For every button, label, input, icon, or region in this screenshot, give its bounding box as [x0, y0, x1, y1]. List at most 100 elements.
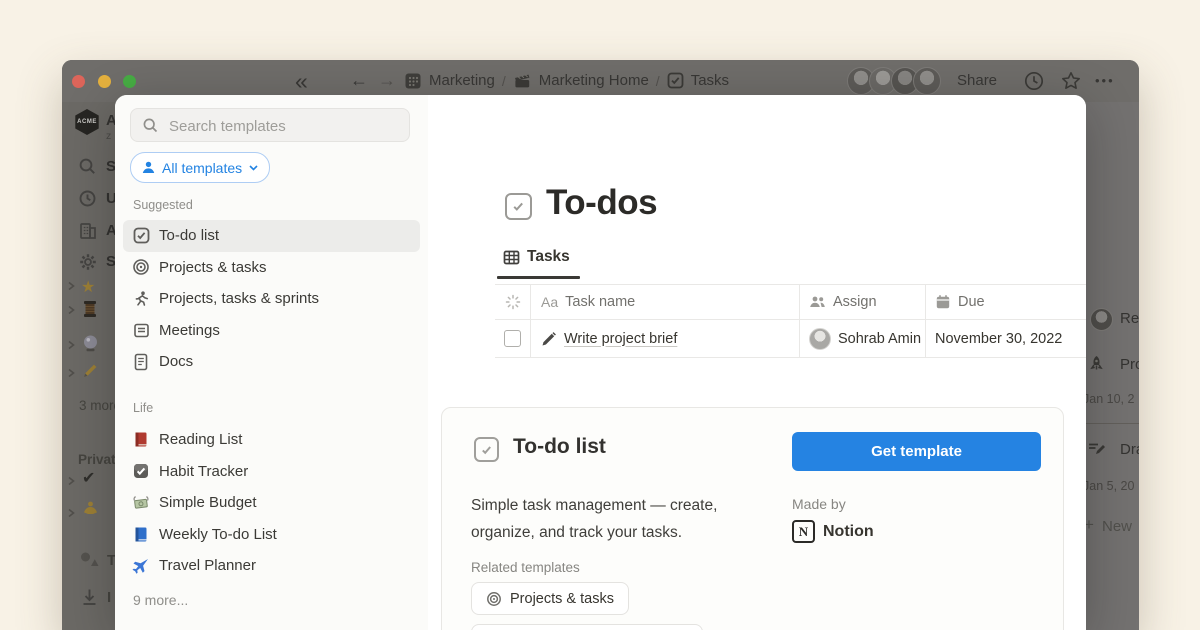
- column-header-task-name[interactable]: Aa Task name: [531, 285, 800, 319]
- section-label-life: Life: [133, 401, 153, 415]
- star-emoji-icon[interactable]: ★: [81, 277, 95, 297]
- breadcrumb: Marketing / Marketing Home / Tasks: [404, 71, 729, 90]
- related-template-label: Projects & tasks: [510, 591, 614, 607]
- burst-icon: [505, 294, 521, 310]
- template-item-projects-tasks-sprints[interactable]: Projects, tasks & sprints: [123, 283, 420, 315]
- chevron-right-icon[interactable]: [66, 305, 76, 315]
- pencil-icon: [541, 331, 557, 347]
- template-filter-dropdown[interactable]: All templates: [130, 152, 270, 183]
- thread-spool-icon[interactable]: [82, 300, 98, 318]
- task-title[interactable]: Write project brief: [564, 331, 677, 347]
- forward-icon[interactable]: →: [378, 70, 396, 91]
- more-options-icon[interactable]: •••: [1095, 73, 1115, 88]
- related-template-partial[interactable]: [471, 624, 703, 630]
- template-checkbox-icon: [474, 437, 499, 462]
- template-item-meetings[interactable]: Meetings: [123, 315, 420, 347]
- favorite-star-icon[interactable]: [1060, 70, 1082, 92]
- person-name-fragment: Rebe: [1120, 310, 1139, 327]
- template-description: Simple task management — create, organiz…: [471, 492, 726, 546]
- breadcrumb-item[interactable]: Tasks: [691, 72, 729, 89]
- row-checkbox[interactable]: [504, 330, 521, 347]
- table-header-row: Aa Task name Assign Due: [495, 284, 1086, 320]
- made-by-label: Made by: [792, 496, 846, 512]
- sidebar-item-import[interactable]: I: [107, 589, 111, 606]
- chevron-right-icon[interactable]: [66, 508, 76, 518]
- template-item-projects-tasks[interactable]: Projects & tasks: [123, 252, 420, 284]
- related-template-projects-tasks[interactable]: Projects & tasks: [471, 582, 629, 615]
- sidebar-collapse-icon[interactable]: «: [295, 68, 308, 95]
- template-item-label: Meetings: [159, 322, 220, 339]
- column-header-due[interactable]: Due: [926, 285, 1086, 319]
- column-header-assign[interactable]: Assign: [800, 285, 926, 319]
- draft-icon: [1087, 441, 1106, 457]
- due-date-cell[interactable]: November 30, 2022: [926, 320, 1086, 357]
- template-item-docs[interactable]: Docs: [123, 346, 420, 378]
- avatar[interactable]: [913, 67, 941, 95]
- table-view-icon: [503, 249, 520, 266]
- airplane-icon: [132, 557, 150, 575]
- teamspaces-building-icon[interactable]: [78, 221, 98, 241]
- close-window-button[interactable]: [72, 75, 85, 88]
- document-icon: [132, 353, 150, 371]
- template-item-label: Weekly To-do List: [159, 526, 277, 543]
- updates-clock-icon[interactable]: [1023, 70, 1045, 92]
- column-header-label: Due: [958, 294, 985, 310]
- settings-gear-icon[interactable]: [78, 252, 98, 272]
- active-tab-underline: [497, 276, 580, 279]
- tasks-table: Aa Task name Assign Due: [495, 284, 1086, 358]
- tab-tasks[interactable]: Tasks: [503, 248, 570, 266]
- search-icon[interactable]: [78, 157, 97, 176]
- meditating-person-icon[interactable]: [82, 500, 99, 517]
- checkbox-column-header[interactable]: [495, 285, 531, 319]
- date-fragment: Jan 5, 20: [1083, 479, 1134, 493]
- filter-label: All templates: [162, 160, 242, 176]
- person-avatar: [1090, 308, 1113, 331]
- template-item-label: To-do list: [159, 227, 219, 244]
- template-item-todo-list[interactable]: To-do list: [123, 220, 420, 252]
- breadcrumb-item[interactable]: Marketing: [429, 72, 495, 89]
- teamspaces-more-label[interactable]: 3 more...: [79, 398, 115, 413]
- back-icon[interactable]: ←: [350, 70, 368, 91]
- chevron-right-icon[interactable]: [66, 281, 76, 291]
- updates-icon[interactable]: [78, 189, 97, 208]
- chevron-right-icon[interactable]: [66, 476, 76, 486]
- life-more-label[interactable]: 9 more...: [133, 592, 188, 608]
- task-name-cell[interactable]: Write project brief: [531, 320, 800, 357]
- section-label-suggested: Suggested: [133, 198, 193, 212]
- import-download-icon[interactable]: [81, 588, 98, 606]
- get-template-button[interactable]: Get template: [792, 432, 1041, 471]
- search-icon: [142, 117, 159, 134]
- template-item-label: Projects, tasks & sprints: [159, 290, 319, 307]
- template-item-habit-tracker[interactable]: Habit Tracker: [123, 456, 420, 488]
- breadcrumb-separator: /: [502, 73, 506, 89]
- template-item-reading-list[interactable]: Reading List: [123, 424, 420, 456]
- person-icon: [141, 160, 156, 175]
- money-icon: [132, 494, 150, 512]
- templates-shapes-icon[interactable]: [79, 550, 99, 568]
- assignee-cell[interactable]: Sohrab Amin: [800, 320, 926, 357]
- note-icon: [132, 321, 150, 339]
- chevron-down-icon: [248, 162, 259, 173]
- author-name: Notion: [823, 523, 874, 541]
- screen: « ← → Marketing / Marketing Home / Tasks…: [0, 0, 1200, 630]
- new-button-label[interactable]: New: [1102, 518, 1132, 535]
- pencil-emoji-icon[interactable]: [82, 362, 99, 379]
- chevron-right-icon[interactable]: [66, 368, 76, 378]
- template-title: To-do list: [513, 435, 606, 459]
- search-input[interactable]: [167, 109, 401, 143]
- chevron-right-icon[interactable]: [66, 340, 76, 350]
- template-preview: To-dos Tasks Aa Task name: [428, 95, 1086, 630]
- checkmark-emoji-icon[interactable]: ✔: [82, 468, 95, 488]
- breadcrumb-item[interactable]: Marketing Home: [539, 72, 649, 89]
- template-item-travel-planner[interactable]: Travel Planner: [123, 550, 420, 582]
- author-row[interactable]: N Notion: [792, 520, 874, 543]
- row-checkbox-cell[interactable]: [495, 320, 531, 357]
- zoom-window-button[interactable]: [123, 75, 136, 88]
- template-item-simple-budget[interactable]: Simple Budget: [123, 487, 420, 519]
- template-item-weekly-todo-list[interactable]: Weekly To-do List: [123, 519, 420, 551]
- blue-book-icon: [132, 525, 150, 543]
- crystal-ball-icon[interactable]: [82, 334, 99, 352]
- share-button[interactable]: Share: [957, 72, 997, 89]
- minimize-window-button[interactable]: [98, 75, 111, 88]
- template-item-label: Projects & tasks: [159, 259, 267, 276]
